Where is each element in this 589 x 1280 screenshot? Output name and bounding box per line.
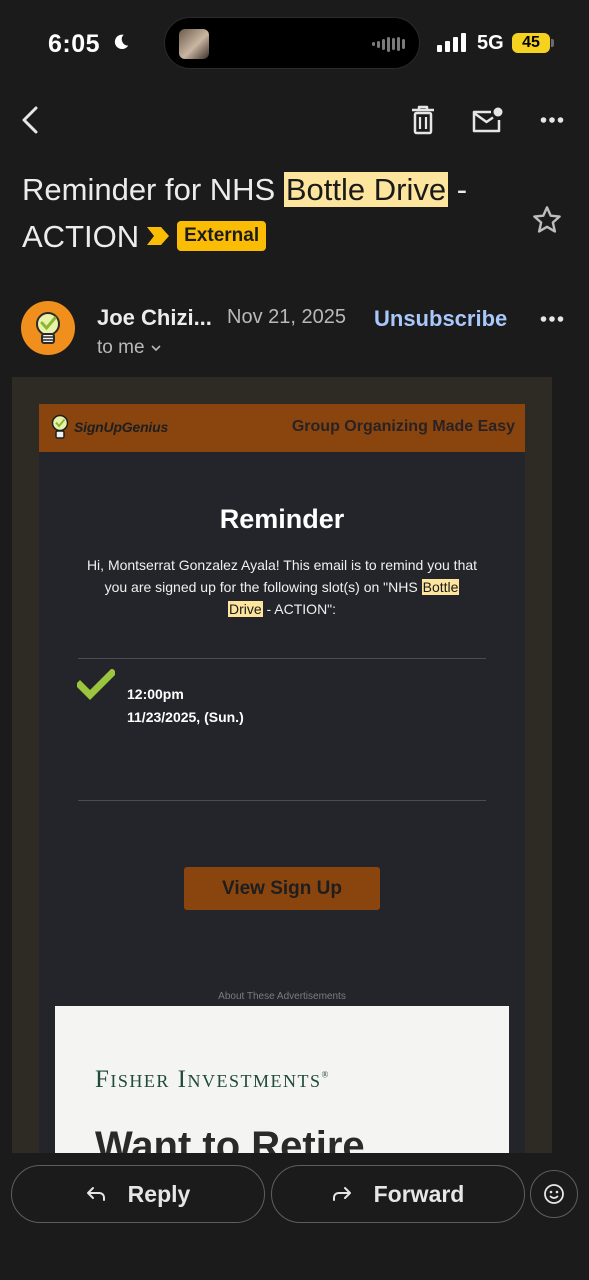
reminder-message: Hi, Montserrat Gonzalez Ayala! This emai… bbox=[77, 554, 487, 620]
chevron-down-icon bbox=[151, 345, 161, 352]
delete-button[interactable] bbox=[401, 96, 445, 144]
trash-icon bbox=[412, 105, 434, 135]
moon-icon bbox=[114, 34, 129, 50]
view-sign-up-button[interactable]: View Sign Up bbox=[184, 867, 380, 910]
reply-button[interactable]: Reply bbox=[11, 1165, 265, 1223]
email-body: SignUpGenius Group Organizing Made Easy … bbox=[12, 377, 552, 1157]
message-text-end: - ACTION": bbox=[262, 601, 337, 617]
star-icon bbox=[533, 206, 561, 233]
registered-mark: ® bbox=[321, 1069, 330, 1080]
signupgenius-logo[interactable]: SignUpGenius bbox=[49, 414, 168, 440]
message-text: Hi, Montserrat Gonzalez Ayala! This emai… bbox=[86, 557, 478, 595]
more-options-button[interactable] bbox=[530, 96, 574, 144]
emoji-reaction-button[interactable] bbox=[530, 1170, 578, 1218]
forward-icon bbox=[332, 1187, 351, 1201]
emoji-icon bbox=[544, 1184, 564, 1204]
cellular-signal-icon bbox=[437, 32, 466, 52]
message-highlight-drive: Drive bbox=[227, 601, 263, 617]
battery-level: 45 bbox=[512, 33, 550, 53]
chevron-left-icon bbox=[22, 106, 38, 134]
divider bbox=[78, 658, 486, 659]
star-button[interactable] bbox=[526, 199, 568, 241]
recipient-details-toggle[interactable]: to me bbox=[97, 337, 162, 359]
sender-avatar[interactable] bbox=[21, 301, 75, 355]
signupgenius-header: SignUpGenius Group Organizing Made Easy bbox=[39, 404, 525, 452]
email-subject: Reminder for NHS Bottle Drive - ACTION Ex… bbox=[22, 166, 522, 260]
ad-brand-text: Fisher Investments bbox=[95, 1066, 322, 1093]
mail-unread-icon bbox=[472, 107, 503, 133]
external-label: External bbox=[177, 220, 267, 251]
reminder-title: Reminder bbox=[219, 504, 345, 534]
unsubscribe-link[interactable]: Unsubscribe bbox=[374, 306, 507, 332]
email-date: Nov 21, 2025 bbox=[227, 306, 346, 328]
sender-name[interactable]: Joe Chizi... bbox=[97, 305, 212, 331]
battery-tip bbox=[551, 39, 554, 47]
now-playing-thumbnail bbox=[179, 29, 209, 59]
slot-time: 12:00pm bbox=[127, 686, 184, 702]
ad-brand: Fisher Investments® bbox=[95, 1066, 330, 1094]
back-button[interactable] bbox=[8, 96, 52, 144]
message-more-button[interactable] bbox=[530, 305, 574, 333]
clock: 6:05 bbox=[48, 30, 101, 58]
status-bar: 6:05 5G 45 bbox=[0, 0, 589, 88]
recipient-label: to me bbox=[97, 337, 145, 358]
reply-label: Reply bbox=[127, 1180, 191, 1207]
audio-waveform-icon bbox=[372, 36, 405, 52]
checkmark-icon bbox=[77, 669, 115, 700]
more-horizontal-icon bbox=[540, 316, 564, 322]
forward-button[interactable]: Forward bbox=[271, 1165, 525, 1223]
more-horizontal-icon bbox=[540, 117, 564, 123]
forward-label: Forward bbox=[373, 1180, 465, 1207]
email-card: SignUpGenius Group Organizing Made Easy … bbox=[39, 404, 525, 1157]
dynamic-island[interactable] bbox=[164, 17, 420, 69]
brand-tagline: Group Organizing Made Easy bbox=[291, 418, 515, 435]
brand-name: SignUpGenius bbox=[74, 419, 169, 435]
lightbulb-icon bbox=[36, 312, 60, 344]
advertisement[interactable]: Fisher Investments® Want to Retire bbox=[55, 1006, 509, 1157]
subject-search-highlight: Bottle Drive bbox=[283, 172, 449, 207]
slot-date: 11/23/2025, (Sun.) bbox=[127, 709, 244, 725]
subject-text: Reminder for NHS bbox=[22, 172, 284, 207]
ads-note-link[interactable]: About These Advertisements bbox=[39, 991, 525, 1002]
message-highlight-bottle: Bottle bbox=[421, 579, 460, 595]
importance-marker-icon bbox=[145, 226, 171, 247]
message-toolbar bbox=[0, 96, 589, 144]
reply-icon bbox=[86, 1187, 105, 1201]
lightbulb-icon bbox=[51, 414, 69, 439]
mark-unread-button[interactable] bbox=[465, 96, 509, 144]
action-bar: Reply Forward bbox=[0, 1153, 589, 1280]
divider bbox=[78, 800, 486, 801]
network-type: 5G bbox=[477, 32, 504, 54]
